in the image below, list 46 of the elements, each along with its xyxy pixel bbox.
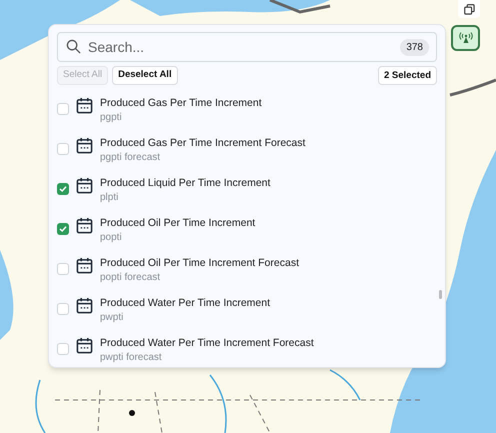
item-subtitle: pgpti forecast bbox=[100, 151, 162, 165]
checkbox[interactable] bbox=[57, 183, 69, 195]
copy-button[interactable] bbox=[458, 0, 480, 18]
list-item[interactable]: Produced Gas Per Time Increment Forecast pgpti forecast bbox=[49, 133, 445, 173]
antenna-icon bbox=[458, 32, 472, 44]
item-title: Produced Gas Per Time Increment Forecast bbox=[100, 136, 306, 150]
item-title: Produced Liquid Per Time Increment bbox=[100, 176, 270, 190]
calendar-icon bbox=[76, 97, 93, 114]
list-item[interactable]: Produced Oil Per Time Increment Forecast popti forecast bbox=[49, 253, 445, 293]
item-subtitle: plpti bbox=[100, 191, 120, 205]
checkbox[interactable] bbox=[57, 263, 69, 275]
item-subtitle: popti forecast bbox=[100, 271, 162, 285]
calendar-icon bbox=[76, 137, 93, 154]
calendar-icon bbox=[76, 217, 93, 234]
item-title: Produced Oil Per Time Increment bbox=[100, 216, 256, 230]
checkbox[interactable] bbox=[57, 103, 69, 115]
list-item[interactable]: Produced Oil Per Time Increment popti bbox=[49, 213, 445, 253]
antenna-button[interactable] bbox=[451, 25, 480, 51]
item-subtitle: pwpti forecast bbox=[100, 351, 163, 365]
scrollbar-thumb[interactable] bbox=[439, 290, 442, 299]
item-subtitle: pwpti bbox=[100, 311, 124, 325]
selected-count: 2 Selected bbox=[378, 66, 437, 85]
item-title: Produced Oil Per Time Increment Forecast bbox=[100, 256, 299, 270]
checkbox[interactable] bbox=[57, 343, 69, 355]
search-icon bbox=[66, 39, 81, 54]
deselect-all-button[interactable]: Deselect All bbox=[112, 66, 178, 85]
list-item[interactable]: Produced Water Per Time Increment Forecast pwpti forecast bbox=[49, 333, 445, 367]
check-icon bbox=[59, 185, 67, 193]
calendar-icon bbox=[76, 297, 93, 314]
calendar-icon bbox=[76, 337, 93, 354]
item-title: Produced Gas Per Time Increment bbox=[100, 96, 262, 110]
item-subtitle: popti bbox=[100, 231, 123, 245]
checkbox[interactable] bbox=[57, 223, 69, 235]
item-title: Produced Water Per Time Increment Forecast bbox=[100, 336, 314, 350]
calendar-icon bbox=[76, 177, 93, 194]
checkbox[interactable] bbox=[57, 303, 69, 315]
result-count: 378 bbox=[400, 39, 429, 56]
item-title: Produced Water Per Time Increment bbox=[100, 296, 270, 310]
calendar-icon bbox=[76, 257, 93, 274]
copy-icon bbox=[464, 4, 474, 14]
item-subtitle: pgpti bbox=[100, 111, 123, 125]
list-item[interactable]: Produced Liquid Per Time Increment plpti bbox=[49, 173, 445, 213]
list-item[interactable]: Produced Gas Per Time Increment pgpti bbox=[49, 93, 445, 133]
list-item[interactable]: Produced Water Per Time Increment pwpti bbox=[49, 293, 445, 333]
check-icon bbox=[59, 225, 67, 233]
checkbox[interactable] bbox=[57, 143, 69, 155]
